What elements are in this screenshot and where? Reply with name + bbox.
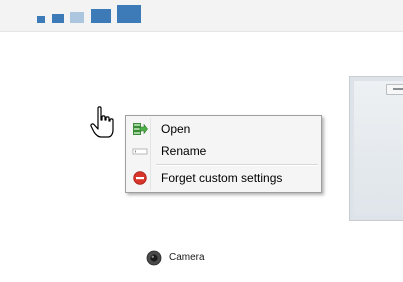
rename-icon <box>132 148 148 155</box>
menu-item-forget-custom-settings[interactable]: Forget custom settings <box>128 168 319 188</box>
camera-icon <box>146 250 162 266</box>
top-toolbar <box>0 0 403 32</box>
view-size-bar-extra-large[interactable] <box>117 5 141 23</box>
menu-item-rename[interactable]: Rename <box>128 141 319 161</box>
view-size-bar-small[interactable] <box>37 16 45 23</box>
view-size-bar[interactable] <box>52 14 64 23</box>
view-size-bar-large[interactable] <box>91 9 111 23</box>
preview-image <box>349 76 403 221</box>
preview-device-icon <box>386 84 403 95</box>
open-icon <box>133 123 148 135</box>
forget-icon <box>133 171 147 185</box>
hand-cursor-icon <box>90 106 114 138</box>
menu-item-forget-custom-settings-label: Forget custom settings <box>161 171 283 185</box>
menu-item-open-label: Open <box>161 122 191 136</box>
menu-separator <box>156 164 318 166</box>
view-size-bar-medium[interactable] <box>70 12 84 23</box>
menu-item-open[interactable]: Open <box>128 119 319 139</box>
camera-label: Camera <box>169 252 205 263</box>
context-menu: Open Rename Forget custom settings <box>125 115 322 193</box>
menu-item-rename-label: Rename <box>161 144 207 158</box>
preview-image-content <box>354 81 403 216</box>
